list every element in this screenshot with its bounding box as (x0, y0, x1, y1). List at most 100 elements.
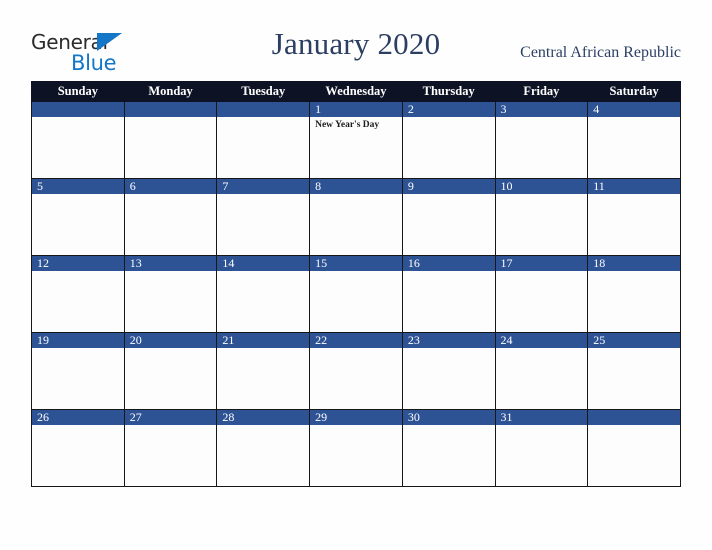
day-cell-inner (124, 102, 217, 178)
day-number: 25 (588, 333, 680, 348)
calendar-day-cell[interactable]: 14 (216, 255, 311, 333)
calendar-day-cell[interactable]: 22 (309, 332, 403, 410)
day-number: 1 (310, 102, 402, 117)
day-events (310, 271, 402, 273)
calendar-day-cell[interactable]: 9 (401, 178, 496, 256)
day-number (32, 102, 124, 117)
calendar-day-cell[interactable]: 1 New Year's Day (309, 101, 403, 179)
country-label: Central African Republic (520, 44, 681, 61)
calendar-day-cell[interactable]: 4 (587, 101, 681, 179)
day-number: 29 (310, 410, 402, 425)
day-events (217, 194, 309, 196)
day-number: 17 (495, 256, 588, 271)
day-events (32, 271, 124, 273)
calendar-week-row: 12 13 14 15 16 17 18 (31, 255, 681, 333)
calendar-day-cell[interactable]: 26 (31, 409, 125, 487)
day-number: 18 (588, 256, 680, 271)
calendar-day-cell[interactable]: 20 (123, 332, 218, 410)
calendar-day-cell[interactable]: 2 (401, 101, 496, 179)
day-number: 6 (124, 179, 217, 194)
day-cell-inner (217, 102, 310, 178)
day-cell-inner: 5 (32, 179, 124, 255)
calendar-day-cell[interactable]: 12 (31, 255, 125, 333)
calendar-day-cell[interactable]: 13 (123, 255, 218, 333)
day-cell-inner: 29 (310, 410, 402, 486)
calendar-day-cell[interactable]: 6 (123, 178, 218, 256)
day-cell-inner: 31 (495, 410, 588, 486)
page-header: General Blue January 2020 Central Africa… (0, 0, 712, 80)
calendar-day-cell[interactable]: 30 (401, 409, 496, 487)
calendar-day-cell[interactable]: 10 (494, 178, 589, 256)
day-number: 4 (588, 102, 680, 117)
weekday-header-thursday: Thursday (401, 81, 496, 102)
day-number: 2 (402, 102, 495, 117)
day-number: 10 (495, 179, 588, 194)
day-number: 30 (402, 410, 495, 425)
day-events (310, 425, 402, 427)
calendar-day-cell[interactable]: 7 (216, 178, 311, 256)
calendar-day-cell[interactable] (587, 409, 681, 487)
calendar-day-cell[interactable]: 16 (401, 255, 496, 333)
day-events (125, 348, 217, 350)
day-number: 3 (495, 102, 588, 117)
calendar-day-cell[interactable]: 18 (587, 255, 681, 333)
day-events (496, 117, 588, 119)
day-number: 14 (217, 256, 310, 271)
day-cell-inner: 10 (495, 179, 588, 255)
calendar-day-cell[interactable]: 24 (494, 332, 589, 410)
day-events (588, 348, 680, 350)
day-number: 13 (124, 256, 217, 271)
calendar-day-cell[interactable]: 5 (31, 178, 125, 256)
calendar-day-cell[interactable] (123, 101, 218, 179)
day-number: 9 (402, 179, 495, 194)
day-number: 16 (402, 256, 495, 271)
day-number: 31 (495, 410, 588, 425)
calendar-day-cell[interactable]: 23 (401, 332, 496, 410)
day-cell-inner: 13 (124, 256, 217, 332)
calendar-day-cell[interactable]: 21 (216, 332, 311, 410)
day-cell-inner: 23 (402, 333, 495, 409)
calendar-day-cell[interactable]: 3 (494, 101, 589, 179)
calendar-day-cell[interactable]: 19 (31, 332, 125, 410)
day-cell-inner: 21 (217, 333, 310, 409)
day-number: 7 (217, 179, 310, 194)
day-events: New Year's Day (310, 117, 402, 131)
calendar-week-row: 26 27 28 29 30 31 (31, 409, 681, 487)
weekday-header-monday: Monday (123, 81, 218, 102)
day-number: 11 (588, 179, 680, 194)
calendar-header-row-group: Sunday Monday Tuesday Wednesday Thursday… (31, 81, 681, 102)
day-number: 20 (124, 333, 217, 348)
calendar-day-cell[interactable] (31, 101, 125, 179)
day-events (403, 271, 495, 273)
calendar-day-cell[interactable]: 31 (494, 409, 589, 487)
day-number: 28 (217, 410, 310, 425)
weekday-header-row: Sunday Monday Tuesday Wednesday Thursday… (31, 81, 681, 102)
calendar-day-cell[interactable]: 29 (309, 409, 403, 487)
day-cell-inner: 24 (495, 333, 588, 409)
day-events (588, 425, 680, 427)
calendar-day-cell[interactable] (216, 101, 311, 179)
day-number: 23 (402, 333, 495, 348)
day-cell-inner: 11 (588, 179, 680, 255)
day-cell-inner: 7 (217, 179, 310, 255)
day-cell-inner: 14 (217, 256, 310, 332)
day-number: 22 (310, 333, 402, 348)
day-events (217, 117, 309, 119)
day-cell-inner (588, 410, 680, 486)
calendar-day-cell[interactable]: 27 (123, 409, 218, 487)
day-cell-inner: 30 (402, 410, 495, 486)
weekday-header-sunday: Sunday (31, 81, 125, 102)
day-cell-inner: 9 (402, 179, 495, 255)
calendar-day-cell[interactable]: 25 (587, 332, 681, 410)
day-number (588, 410, 680, 425)
weekday-header-friday: Friday (494, 81, 589, 102)
holiday-label: New Year's Day (315, 120, 380, 130)
day-number: 8 (310, 179, 402, 194)
day-number: 19 (32, 333, 124, 348)
calendar-day-cell[interactable]: 8 (309, 178, 403, 256)
calendar-week-row: 19 20 21 22 23 24 25 (31, 332, 681, 410)
calendar-day-cell[interactable]: 17 (494, 255, 589, 333)
calendar-day-cell[interactable]: 15 (309, 255, 403, 333)
calendar-day-cell[interactable]: 28 (216, 409, 311, 487)
calendar-day-cell[interactable]: 11 (587, 178, 681, 256)
